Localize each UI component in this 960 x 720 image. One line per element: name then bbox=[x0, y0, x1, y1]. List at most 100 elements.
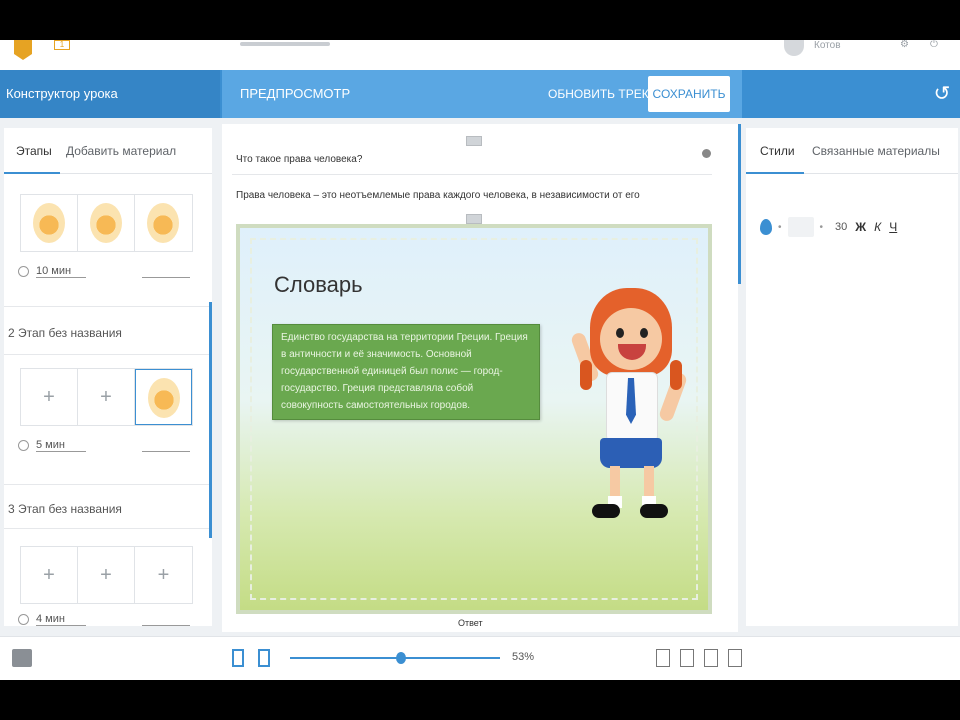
stage-meta: 10 мин bbox=[18, 265, 198, 282]
color-drop-icon[interactable] bbox=[760, 219, 772, 235]
bold-button[interactable]: Ж bbox=[855, 220, 866, 234]
logo-icon[interactable] bbox=[14, 40, 32, 60]
power-icon[interactable]: ⏻ bbox=[930, 40, 940, 50]
avatar[interactable] bbox=[784, 40, 804, 56]
clock-icon bbox=[18, 440, 29, 451]
editor-scrollbar[interactable] bbox=[738, 124, 741, 284]
stage-slot[interactable] bbox=[21, 195, 78, 251]
grid-layout-icon[interactable] bbox=[656, 649, 670, 667]
stages-scrollbar[interactable] bbox=[209, 302, 212, 538]
app-window: 1 Котов ⚙ ⏻ Конструктор урока ПРЕДПРОСМО… bbox=[0, 40, 960, 680]
table-layout-icon[interactable] bbox=[680, 649, 694, 667]
braid bbox=[670, 360, 682, 390]
bottom-toolbar: 53% bbox=[0, 636, 960, 680]
top-bar: 1 Котов ⚙ ⏻ bbox=[0, 40, 960, 70]
duration-field[interactable]: 4 мин bbox=[36, 613, 86, 626]
add-slot-button[interactable]: + bbox=[78, 547, 135, 603]
page-view-icon[interactable] bbox=[258, 649, 270, 667]
plus-icon: + bbox=[157, 564, 170, 586]
clear-tracks-button[interactable]: ОБНОВИТЬ ТРЕКИ bbox=[548, 70, 657, 118]
zoom-slider-thumb[interactable] bbox=[396, 652, 406, 664]
notification-badge[interactable]: 1 bbox=[54, 40, 70, 50]
divider bbox=[4, 306, 212, 307]
stages-panel: Этапы Добавить материал 10 мин 2 Этап бе… bbox=[4, 128, 212, 626]
settings-icon[interactable]: ⚙ bbox=[900, 40, 910, 50]
vocabulary-box[interactable]: Единство государства на территории Греци… bbox=[272, 324, 540, 420]
add-slot-button[interactable]: + bbox=[21, 547, 78, 603]
shoe bbox=[640, 504, 668, 518]
divider bbox=[4, 484, 212, 485]
drag-handle[interactable] bbox=[466, 136, 482, 146]
material-thumbnail bbox=[148, 378, 180, 418]
slide-title[interactable]: Словарь bbox=[274, 272, 363, 298]
answer-label: Ответ bbox=[458, 618, 483, 628]
stage-type-dropdown[interactable] bbox=[142, 618, 190, 626]
stage-slot[interactable] bbox=[78, 195, 135, 251]
stage-title[interactable]: 3 Этап без названия bbox=[8, 502, 122, 516]
top-center-bar bbox=[240, 42, 330, 46]
divider bbox=[4, 354, 212, 355]
slide-preview[interactable]: Словарь Единство государства на территор… bbox=[236, 224, 712, 614]
columns-layout-icon[interactable] bbox=[704, 649, 718, 667]
single-page-icon[interactable] bbox=[232, 649, 244, 667]
stage-slot[interactable] bbox=[135, 369, 192, 425]
schoolgirl-illustration bbox=[569, 268, 690, 568]
face bbox=[600, 308, 662, 370]
material-thumbnail bbox=[33, 203, 65, 243]
question-text[interactable]: Что такое права человека? bbox=[236, 154, 706, 165]
font-select[interactable] bbox=[787, 217, 814, 237]
history-icon[interactable]: ↺ bbox=[930, 82, 954, 106]
stage-slots: + + + bbox=[20, 546, 193, 604]
plus-icon: + bbox=[100, 386, 112, 408]
info-icon[interactable] bbox=[702, 149, 711, 158]
answer-text[interactable]: Права человека – это неотъемлемые права … bbox=[236, 190, 706, 201]
material-thumbnail bbox=[147, 203, 179, 243]
material-thumbnail bbox=[90, 203, 122, 243]
app-header: Конструктор урока ПРЕДПРОСМОТР ОБНОВИТЬ … bbox=[0, 70, 960, 118]
plus-icon: + bbox=[43, 386, 55, 408]
duration-field[interactable]: 10 мин bbox=[36, 265, 86, 278]
tab-related-materials[interactable]: Связанные материалы bbox=[812, 128, 940, 174]
plus-icon: + bbox=[100, 564, 112, 586]
font-size-input[interactable]: 30 bbox=[835, 221, 847, 233]
add-slot-button[interactable]: + bbox=[78, 369, 135, 425]
stage-type-dropdown[interactable] bbox=[142, 444, 190, 452]
tab-add-material[interactable]: Добавить материал bbox=[66, 128, 176, 174]
page-title: Конструктор урока bbox=[0, 70, 220, 118]
tab-preview[interactable]: ПРЕДПРОСМОТР bbox=[240, 70, 350, 118]
zoom-slider[interactable] bbox=[290, 657, 500, 659]
header-actions: ПРЕДПРОСМОТР ОБНОВИТЬ ТРЕКИ СОХРАНИТЬ bbox=[222, 70, 742, 118]
save-button[interactable]: СОХРАНИТЬ bbox=[648, 76, 730, 112]
italic-button[interactable]: К bbox=[874, 220, 881, 234]
shoe bbox=[592, 504, 620, 518]
drag-handle[interactable] bbox=[466, 214, 482, 224]
user-name[interactable]: Котов bbox=[814, 40, 841, 51]
tab-stages[interactable]: Этапы bbox=[16, 128, 52, 174]
stage-title[interactable]: 2 Этап без названия bbox=[8, 326, 122, 340]
eye bbox=[640, 328, 648, 338]
print-icon[interactable] bbox=[12, 649, 32, 667]
zoom-level: 53% bbox=[512, 651, 535, 663]
dropdown-dot-icon[interactable]: • bbox=[820, 222, 824, 233]
duration-field[interactable]: 5 мин bbox=[36, 439, 86, 452]
stages-tabs: Этапы Добавить материал bbox=[4, 128, 212, 174]
format-toolbar: • • 30 Ж К Ч bbox=[760, 214, 940, 240]
stage-slot[interactable] bbox=[135, 195, 192, 251]
tab-styles[interactable]: Стили bbox=[760, 128, 795, 174]
plus-icon: + bbox=[43, 564, 55, 586]
active-tab-indicator bbox=[746, 172, 804, 174]
braid bbox=[580, 360, 592, 390]
properties-panel: Стили Связанные материалы • • 30 Ж К Ч bbox=[746, 128, 958, 626]
header-right: ↺ bbox=[742, 70, 960, 118]
underline-button[interactable]: Ч bbox=[889, 220, 897, 234]
stage-meta: 5 мин bbox=[18, 439, 198, 456]
dropdown-dot-icon[interactable]: • bbox=[778, 222, 782, 233]
add-slot-button[interactable]: + bbox=[21, 369, 78, 425]
properties-tabs: Стили Связанные материалы bbox=[746, 128, 958, 174]
stage-meta: 4 мин bbox=[18, 613, 198, 626]
sidebar-layout-icon[interactable] bbox=[728, 649, 742, 667]
slide-editor: Что такое права человека? Права человека… bbox=[222, 124, 738, 632]
skirt bbox=[600, 438, 662, 468]
stage-type-dropdown[interactable] bbox=[142, 270, 190, 278]
add-slot-button[interactable]: + bbox=[135, 547, 192, 603]
